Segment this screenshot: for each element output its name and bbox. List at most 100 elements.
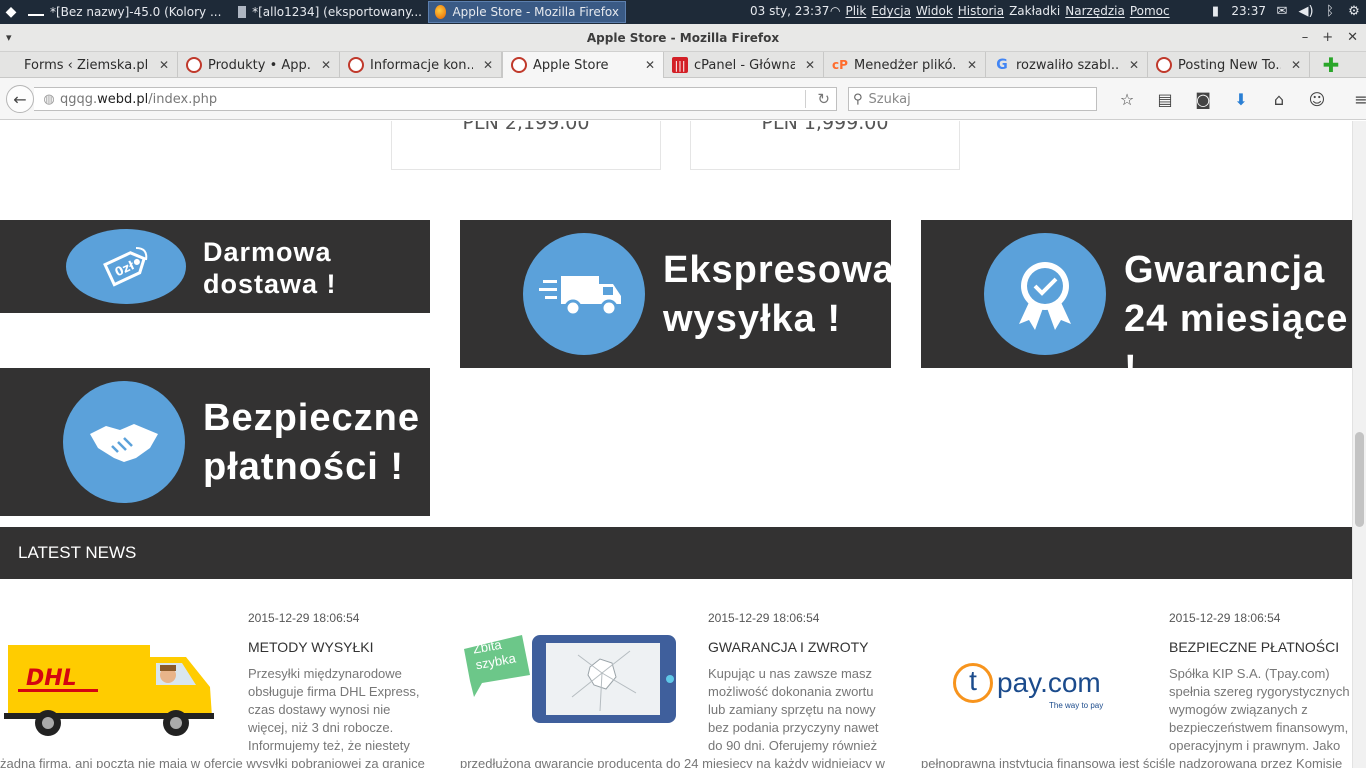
close-window-button[interactable]: ✕ [1347, 24, 1358, 52]
menu-help[interactable]: Pomoc [1130, 4, 1170, 18]
home-icon[interactable]: ⌂ [1260, 88, 1298, 110]
menu-file[interactable]: Plik [845, 4, 866, 18]
app-favicon-icon [511, 57, 527, 73]
news-excerpt: Spółka KIP S.A. (Tpay.com) spełnia szere… [1169, 666, 1350, 753]
downloads-icon[interactable]: ⬇ [1222, 88, 1260, 110]
product-card[interactable]: PLN 2,199.00 [391, 121, 661, 170]
panel-date-clock[interactable]: 03 sty, 23:37 [750, 4, 829, 18]
banner-line2: wysyłka ! [663, 298, 841, 341]
window-title: Apple Store - Mozilla Firefox [586, 31, 780, 45]
globe-icon[interactable]: ◍ [38, 92, 60, 107]
tab-label: Forms ‹ Ziemska.pl ... [24, 57, 149, 73]
maximize-button[interactable]: + [1322, 24, 1333, 52]
news-title[interactable]: GWARANCJA I ZWROTY [708, 639, 868, 655]
firefox-icon [435, 5, 447, 19]
wifi-icon[interactable]: ◠ [830, 4, 840, 18]
bluetooth-icon[interactable]: ᛒ [1322, 2, 1338, 20]
taskbar-item-gimp[interactable]: *[Bez nazwy]-45.0 (Kolory ... [22, 1, 232, 23]
pocket-icon[interactable]: ◙ [1184, 88, 1222, 110]
tab-menedzer-plikow[interactable]: cP Menedżer plikó... ✕ [824, 52, 986, 78]
settings-gear-icon[interactable]: ⚙ [1346, 2, 1362, 20]
reading-list-icon[interactable]: ▤ [1146, 88, 1184, 110]
tpay-logo-image: t pay.com The way to pay [921, 627, 1151, 737]
tab-close-icon[interactable]: ✕ [1291, 58, 1301, 72]
tpay-logo-tagline: The way to pay [1049, 701, 1104, 710]
image-window-icon [238, 6, 247, 18]
mail-icon[interactable]: ✉ [1274, 2, 1290, 20]
tab-close-icon[interactable]: ✕ [483, 58, 493, 72]
tab-label: Apple Store [533, 57, 609, 73]
taskbar-item-firefox[interactable]: Apple Store - Mozilla Firefox [428, 1, 626, 23]
scrollbar-thumb[interactable] [1355, 432, 1364, 527]
news-excerpt-continued: żadna firma, ani poczta nie mają w oferc… [0, 756, 425, 768]
news-item-warranty[interactable]: Zbita szybka 2015-12-29 18:06:54 GWARANC… [460, 599, 900, 768]
banner-warranty[interactable]: Gwarancja 24 miesiące ! [921, 220, 1352, 390]
tab-close-icon[interactable]: ✕ [321, 58, 331, 72]
reload-icon[interactable]: ↻ [817, 90, 830, 108]
search-placeholder: Szukaj [868, 91, 911, 107]
menu-history[interactable]: Historia [958, 4, 1004, 18]
system-tray: ▮ 23:37 ✉ ◀) ᛒ ⚙ [1207, 2, 1362, 20]
tab-forms-ziemska[interactable]: Forms ‹ Ziemska.pl ... ✕ [0, 52, 178, 78]
news-title[interactable]: METODY WYSYŁKI [248, 639, 374, 655]
window-titlebar[interactable]: ▾ Apple Store - Mozilla Firefox – + ✕ [0, 24, 1366, 52]
banner-line2: dostawa ! [203, 269, 337, 300]
tray-clock[interactable]: 23:37 [1231, 4, 1266, 18]
tab-informacje[interactable]: Informacje kon... ✕ [340, 52, 502, 78]
tab-close-icon[interactable]: ✕ [967, 58, 977, 72]
taskbar-item-gimp-export[interactable]: *[allo1234] (eksportowany... [232, 1, 428, 23]
vertical-scrollbar[interactable] [1352, 121, 1366, 768]
tab-close-icon[interactable]: ✕ [805, 58, 815, 72]
banner-secure-payments[interactable]: Bezpieczne płatności ! [0, 368, 430, 516]
menu-tools[interactable]: Narzędzia [1065, 4, 1125, 18]
page-viewport: PLN 2,199.00 PLN 1,999.00 0zł Darmowa do… [0, 121, 1352, 768]
news-excerpt: Przesyłki międzynarodowe obsługuje firma… [248, 666, 420, 753]
banner-free-delivery[interactable]: 0zł Darmowa dostawa ! [0, 220, 430, 313]
global-menu: ◠ Plik Edycja Widok Historia Zakładki Na… [830, 4, 1170, 18]
banner-line1: Darmowa [203, 237, 332, 267]
tab-cpanel[interactable]: ||| cPanel - Główna ✕ [664, 52, 824, 78]
new-tab-plus-icon[interactable]: ✚ [1318, 52, 1344, 78]
search-input[interactable]: ⚲ Szukaj [848, 87, 1097, 111]
news-title[interactable]: BEZPIECZNE PŁATNOŚCI [1169, 639, 1339, 655]
tpay-logo-circle: t [953, 663, 993, 703]
tab-produkty[interactable]: Produkty • App... ✕ [178, 52, 340, 78]
tab-label: cPanel - Główna [694, 57, 795, 73]
tab-google-search[interactable]: G rozwaliło szabl... ✕ [986, 52, 1148, 78]
volume-icon[interactable]: ◀) [1298, 2, 1314, 20]
battery-icon[interactable]: ▮ [1207, 2, 1223, 20]
product-card[interactable]: PLN 1,999.00 [690, 121, 960, 170]
banner-text: Gwarancja 24 miesiące ! [1124, 246, 1352, 394]
os-top-panel: ◆ *[Bez nazwy]-45.0 (Kolory ... *[allo12… [0, 0, 1366, 24]
tab-label: rozwaliło szabl... [1016, 57, 1119, 73]
svg-text:DHL: DHL [26, 666, 77, 691]
bookmark-star-icon[interactable]: ☆ [1108, 88, 1146, 110]
tab-close-icon[interactable]: ✕ [159, 58, 169, 72]
window-menu-chevron-icon[interactable]: ▾ [6, 24, 12, 52]
news-item-payments[interactable]: t pay.com The way to pay 2015-12-29 18:0… [921, 599, 1352, 768]
tab-posting-new-topic[interactable]: Posting New To... ✕ [1148, 52, 1310, 78]
tab-apple-store[interactable]: Apple Store ✕ [502, 52, 664, 78]
tab-close-icon[interactable]: ✕ [1129, 58, 1139, 72]
banner-express-shipping[interactable]: Ekspresowa wysyłka ! [460, 220, 894, 368]
taskbar-item-label: *[Bez nazwy]-45.0 (Kolory ... [50, 5, 222, 19]
menu-bookmarks[interactable]: Zakładki [1009, 4, 1060, 18]
xfce-menu-icon[interactable]: ◆ [0, 1, 22, 23]
hamburger-menu-icon[interactable]: ≡ [1342, 88, 1366, 110]
menu-edit[interactable]: Edycja [871, 4, 911, 18]
tab-close-icon[interactable]: ✕ [645, 58, 655, 72]
google-favicon-icon: G [996, 57, 1008, 73]
hello-chat-icon[interactable]: ☺ [1298, 88, 1336, 110]
url-divider [805, 90, 806, 108]
menu-view[interactable]: Widok [916, 4, 953, 18]
tab-label: Produkty • App... [208, 57, 311, 73]
news-excerpt: Kupując u nas zawsze masz możliwość doko… [708, 666, 879, 753]
minimize-button[interactable]: – [1302, 24, 1309, 52]
news-item-shipping[interactable]: DHL 2015-12-29 18:06:54 METODY WYSYŁKI P… [0, 599, 440, 768]
url-subdomain: qgqg. [60, 91, 98, 107]
gimp-window-icon [28, 8, 44, 16]
tab-strip: Forms ‹ Ziemska.pl ... ✕ Produkty • App.… [0, 52, 1366, 78]
address-bar[interactable]: ◍ qgqg. webd.pl/index.php ↻ [34, 87, 837, 111]
back-arrow-icon[interactable]: ← [6, 85, 34, 113]
app-favicon-icon [186, 57, 202, 73]
